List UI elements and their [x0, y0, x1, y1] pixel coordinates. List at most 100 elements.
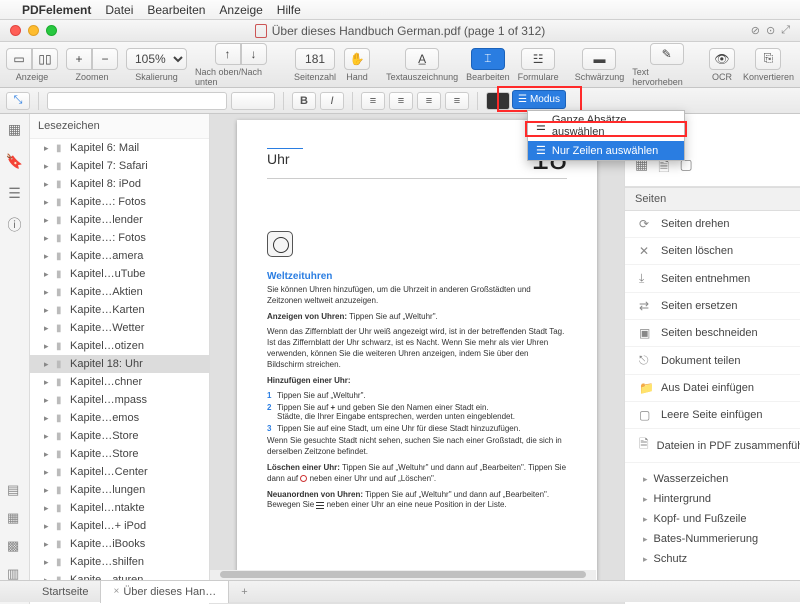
- group-schwaerzung: ▬ Schwärzung: [575, 48, 625, 82]
- bookmark-item[interactable]: ▸▮Kapite…amera: [30, 247, 209, 265]
- document-tabbar: Startseite ×Über dieses Han… +: [0, 580, 800, 602]
- right-panel-op[interactable]: ▢Leere Seite einfügen: [625, 402, 800, 429]
- bookmark-item[interactable]: ▸▮Kapite…Store: [30, 445, 209, 463]
- bookmark-item[interactable]: ▸▮Kapitel…otizen: [30, 337, 209, 355]
- page-up-button[interactable]: ↑: [215, 43, 241, 65]
- bookmark-item[interactable]: ▸▮Kapite…Wetter: [30, 319, 209, 337]
- align-justify-button[interactable]: ≡: [445, 92, 469, 110]
- bookmarks-list[interactable]: ▸▮Kapitel 6: Mail▸▮Kapitel 7: Safari▸▮Ka…: [30, 139, 209, 604]
- thumbnails-icon[interactable]: ▦: [6, 120, 24, 138]
- bookmark-item[interactable]: ▸▮Kapite…Aktien: [30, 283, 209, 301]
- thumb-grid2-icon[interactable]: ▦: [7, 510, 23, 526]
- modus-dropdown-menu: ☰Ganze Absätze auswählen ☰Nur Zeilen aus…: [527, 110, 685, 161]
- right-panel-section[interactable]: ▸Schutz: [625, 549, 800, 569]
- thumb-grid-icon[interactable]: ▤: [7, 482, 23, 498]
- color-picker-button[interactable]: [486, 92, 510, 110]
- bookmark-item[interactable]: ▸▮Kapitel…chner: [30, 373, 209, 391]
- lines-icon: ☰: [536, 144, 546, 157]
- menu-datei[interactable]: Datei: [105, 3, 133, 17]
- group-ocr: 👁 OCR: [709, 48, 735, 82]
- right-panel-op[interactable]: ⇄Seiten ersetzen: [625, 293, 800, 320]
- paragraph-icon: ☰: [536, 120, 546, 133]
- bookmark-item[interactable]: ▸▮Kapite…Karten: [30, 301, 209, 319]
- group-skalierung: 105% Skalierung: [126, 48, 187, 82]
- forms-button[interactable]: ☳: [521, 48, 555, 70]
- bookmarks-icon[interactable]: 🔖: [6, 152, 24, 170]
- modus-dropdown-button[interactable]: ☰ Modus: [512, 90, 566, 109]
- app-name[interactable]: PDFelement: [22, 3, 91, 17]
- right-panel-op[interactable]: ⤓Seiten entnehmen: [625, 265, 800, 293]
- group-textausz: A̲ Textauszeichnung: [386, 48, 458, 82]
- align-center-button[interactable]: ≡: [389, 92, 413, 110]
- bookmark-item[interactable]: ▸▮Kapite…lender: [30, 211, 209, 229]
- menu-bearbeiten[interactable]: Bearbeiten: [147, 3, 205, 17]
- window-titlebar: Über dieses Handbuch German.pdf (page 1 …: [0, 20, 800, 42]
- bookmark-item[interactable]: ▸▮Kapitel…+ iPod: [30, 517, 209, 535]
- page-number-input[interactable]: [295, 48, 335, 70]
- view-single-button[interactable]: ▭: [6, 48, 32, 70]
- italic-button[interactable]: I: [320, 92, 344, 110]
- bookmark-item[interactable]: ▸▮Kapitel…ntakte: [30, 499, 209, 517]
- text-markup-button[interactable]: A̲: [405, 48, 439, 70]
- right-panel-section[interactable]: ▸Bates-Nummerierung: [625, 529, 800, 549]
- horizontal-scrollbar[interactable]: [210, 570, 596, 580]
- cursor-tool-icon[interactable]: ⤡: [6, 92, 30, 110]
- tab-document[interactable]: ×Über dieses Han…: [101, 581, 229, 603]
- tab-home[interactable]: Startseite: [30, 581, 101, 603]
- ocr-button[interactable]: 👁: [709, 48, 735, 70]
- edit-toolbar: ⤡ B I ≡ ≡ ≡ ≡ ☰ Modus ☰Ganze Absätze aus…: [0, 88, 800, 114]
- info-icon[interactable]: ⓘ: [6, 216, 24, 234]
- bookmark-item[interactable]: ▸▮Kapitel 18: Uhr: [30, 355, 209, 373]
- bookmark-item[interactable]: ▸▮Kapite…emos: [30, 409, 209, 427]
- outline-icon[interactable]: ☰: [6, 184, 24, 202]
- align-left-button[interactable]: ≡: [361, 92, 385, 110]
- bookmark-item[interactable]: ▸▮Kapitel 8: iPod: [30, 175, 209, 193]
- bookmark-item[interactable]: ▸▮Kapitel…uTube: [30, 265, 209, 283]
- zoom-select[interactable]: 105%: [126, 48, 187, 70]
- right-panel-op[interactable]: ⎋Dokument teilen: [625, 347, 800, 375]
- bold-button[interactable]: B: [292, 92, 316, 110]
- hand-tool-button[interactable]: ✋: [344, 48, 370, 70]
- bookmark-item[interactable]: ▸▮Kapitel 7: Safari: [30, 157, 209, 175]
- bookmark-item[interactable]: ▸▮Kapite…iBooks: [30, 535, 209, 553]
- bookmark-item[interactable]: ▸▮Kapitel…Center: [30, 463, 209, 481]
- bookmark-item[interactable]: ▸▮Kapite…: Fotos: [30, 229, 209, 247]
- bookmark-item[interactable]: ▸▮Kapite…lungen: [30, 481, 209, 499]
- font-size-select[interactable]: [231, 92, 275, 110]
- zoom-out-button[interactable]: −: [92, 48, 118, 70]
- right-panel-op[interactable]: 🗎Dateien in PDF zusammenführen: [625, 429, 800, 463]
- convert-button[interactable]: ⎘: [755, 48, 781, 70]
- bookmark-item[interactable]: ▸▮Kapite…Store: [30, 427, 209, 445]
- right-panel-op[interactable]: 📁Aus Datei einfügen: [625, 375, 800, 402]
- menu-hilfe[interactable]: Hilfe: [277, 3, 301, 17]
- group-anzeige: ▭ ▯▯ Anzeige: [6, 48, 58, 82]
- edit-button[interactable]: ⌶: [471, 48, 505, 70]
- right-panel-op[interactable]: ✕Seiten löschen: [625, 238, 800, 265]
- right-panel-op[interactable]: ▣Seiten beschneiden: [625, 320, 800, 347]
- zoom-in-button[interactable]: +: [66, 48, 92, 70]
- font-select[interactable]: [47, 92, 227, 110]
- window-title: Über dieses Handbuch German.pdf (page 1 …: [272, 24, 546, 38]
- left-rail-bottom: ▤ ▦ ▩ ▥: [0, 430, 30, 580]
- tab-add[interactable]: +: [229, 581, 259, 603]
- bookmark-item[interactable]: ▸▮Kapite…shilfen: [30, 553, 209, 571]
- tab-close-icon[interactable]: ×: [113, 586, 119, 597]
- bookmark-item[interactable]: ▸▮Kapitel 6: Mail: [30, 139, 209, 157]
- right-panel-op[interactable]: ⟳Seiten drehen: [625, 211, 800, 238]
- bookmark-item[interactable]: ▸▮Kapitel…mpass: [30, 391, 209, 409]
- document-viewport[interactable]: Uhr 18 Weltzeituhren Sie können Uhren hi…: [210, 114, 624, 604]
- thumb-grid3-icon[interactable]: ▩: [7, 538, 23, 554]
- modus-option-lines[interactable]: ☰Nur Zeilen auswählen: [528, 141, 684, 160]
- align-right-button[interactable]: ≡: [417, 92, 441, 110]
- bookmark-item[interactable]: ▸▮Kapite…: Fotos: [30, 193, 209, 211]
- right-panel-section[interactable]: ▸Wasserzeichen: [625, 469, 800, 489]
- view-double-button[interactable]: ▯▯: [32, 48, 58, 70]
- modus-option-paragraphs[interactable]: ☰Ganze Absätze auswählen: [528, 111, 684, 141]
- menu-anzeige[interactable]: Anzeige: [219, 3, 262, 17]
- right-panel-section[interactable]: ▸Kopf- und Fußzeile: [625, 509, 800, 529]
- right-panel-section[interactable]: ▸Hintergrund: [625, 489, 800, 509]
- page-down-button[interactable]: ↓: [241, 43, 267, 65]
- highlight-button[interactable]: ✎: [650, 43, 684, 65]
- list-icon: ☰: [518, 94, 527, 105]
- redact-button[interactable]: ▬: [582, 48, 616, 70]
